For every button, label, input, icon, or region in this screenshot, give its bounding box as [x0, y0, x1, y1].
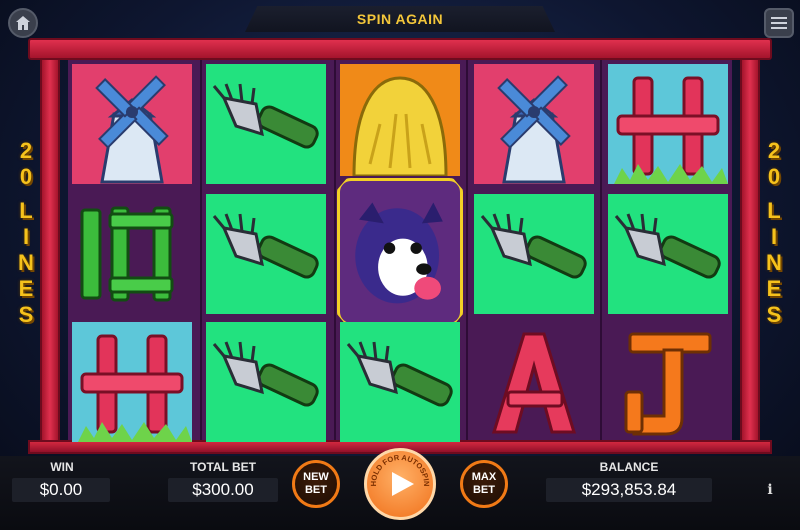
status-text: SPIN AGAIN [356, 11, 444, 27]
reel-separator [600, 60, 602, 442]
symbol-sign-10 [72, 194, 192, 314]
lines-char: I [22, 224, 30, 249]
win-label: WIN [50, 460, 74, 474]
home-icon [16, 16, 30, 30]
lines-char: S [18, 302, 34, 327]
pitchfork-icon [212, 213, 319, 279]
lines-char: S [766, 302, 782, 327]
symbol-windmill [474, 64, 594, 184]
lines-char: E [766, 276, 782, 301]
new-bet-button[interactable]: NEW BET [292, 460, 340, 508]
frame-pillar-left [40, 58, 60, 450]
lines-char: E [18, 276, 34, 301]
symbol-pitchfork [608, 194, 728, 314]
lines-char: L [19, 198, 33, 223]
balance-label: BALANCE [599, 460, 659, 474]
letter-j-icon [624, 332, 712, 436]
balance-value: $293,853.84 [581, 480, 677, 499]
lines-char: L [767, 198, 781, 223]
pitchfork-icon [614, 213, 721, 279]
symbol-pitchfork [206, 322, 326, 442]
haystack-icon [352, 76, 448, 176]
pitchfork-icon [212, 341, 319, 407]
symbol-pitchfork [340, 322, 460, 442]
symbol-pitchfork [206, 64, 326, 184]
symbol-pitchfork [206, 194, 326, 314]
home-button[interactable] [8, 8, 38, 38]
windmill-icon [95, 75, 169, 184]
max-bet-label: MAX BET [471, 471, 497, 496]
symbol-letter-a [474, 322, 594, 442]
symbol-dog-wild [337, 178, 463, 326]
lines-char: 2 [19, 138, 33, 163]
menu-icon [771, 17, 787, 29]
play-icon: HOLD FOR AUTOSPIN [369, 453, 431, 496]
pitchfork-icon [212, 83, 319, 149]
symbol-pitchfork [474, 194, 594, 314]
info-icon: i [767, 482, 773, 498]
menu-button[interactable] [764, 8, 794, 38]
lines-char: 0 [19, 164, 33, 189]
win-value: $0.00 [39, 480, 83, 499]
lines-char: 0 [767, 164, 781, 189]
lines-char: N [18, 250, 34, 275]
frame-pillar-right [740, 58, 760, 450]
symbol-fence [608, 64, 728, 184]
frame-roof [28, 38, 772, 60]
lines-char: N [766, 250, 782, 275]
fence-icon [614, 76, 728, 184]
pitchfork-icon [346, 341, 453, 407]
max-bet-button[interactable]: MAX BET [460, 460, 508, 508]
info-button[interactable]: i [760, 480, 780, 500]
lines-char: I [770, 224, 778, 249]
game-status-banner: SPIN AGAIN [245, 6, 555, 32]
lines-char: 2 [767, 138, 781, 163]
symbol-haystack [340, 64, 460, 176]
total-bet-value: $300.00 [192, 480, 254, 499]
balance-value-box: $293,853.84 [546, 478, 712, 502]
total-bet-label: TOTAL BET [190, 460, 256, 474]
lines-indicator-left: 2 0 L I N E S [11, 138, 41, 328]
spin-button[interactable]: HOLD FOR AUTOSPIN [364, 448, 436, 520]
sign-10-icon [80, 206, 174, 302]
symbol-fence [72, 322, 192, 442]
reel-separator [334, 60, 336, 442]
reel-separator [200, 60, 202, 442]
lines-indicator-right: 2 0 L I N E S [759, 138, 789, 328]
dog-icon [355, 202, 443, 304]
symbol-letter-j [608, 322, 728, 442]
new-bet-label: NEW BET [303, 471, 329, 496]
pitchfork-icon [480, 213, 587, 279]
symbol-windmill [72, 64, 192, 184]
windmill-icon [497, 75, 571, 184]
win-value-box: $0.00 [12, 478, 110, 502]
total-bet-value-box: $300.00 [168, 478, 278, 502]
fence-icon [78, 334, 192, 442]
reel-separator [466, 60, 468, 442]
letter-a-icon [491, 332, 577, 434]
